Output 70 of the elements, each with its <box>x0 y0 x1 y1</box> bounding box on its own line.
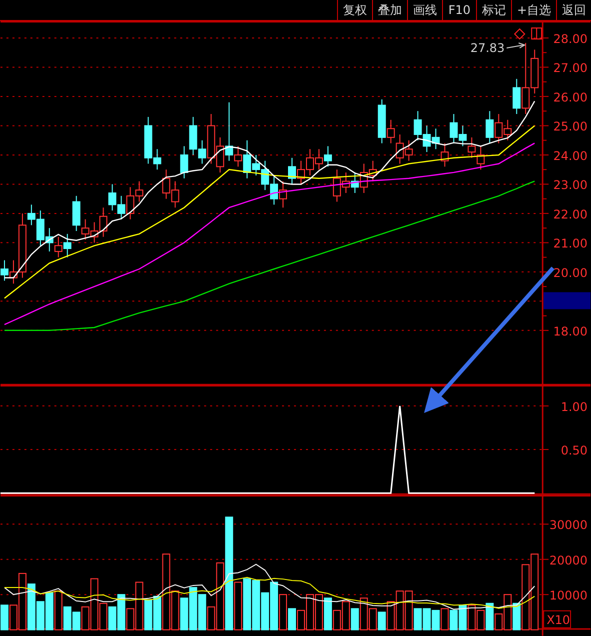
pointer-arrow <box>506 42 526 48</box>
candlestick <box>306 148 314 176</box>
candlestick <box>108 184 116 212</box>
volume-bar <box>180 598 188 630</box>
volume-bar <box>476 610 485 630</box>
candlestick <box>63 233 72 258</box>
price-label: 18.00 <box>553 324 588 338</box>
candlestick <box>450 114 458 144</box>
candlestick <box>117 195 126 220</box>
price-label: 24.00 <box>553 148 588 163</box>
high-price-label: 27.83 <box>470 40 505 55</box>
candlestick <box>360 163 368 194</box>
price-marker <box>544 292 591 310</box>
volume-bar <box>314 594 323 630</box>
candlestick <box>99 207 108 238</box>
candlestick <box>414 110 422 141</box>
volume-bar <box>422 608 431 630</box>
indicator-label: 0.50 <box>560 444 588 458</box>
price-label: 27.00 <box>553 61 588 76</box>
candlestick <box>494 114 503 144</box>
double-bar-icon[interactable] <box>531 28 542 40</box>
candlestick <box>0 260 8 282</box>
candlestick <box>440 142 449 168</box>
candlestick <box>396 134 404 164</box>
candlestick <box>404 140 413 162</box>
volume-bar <box>261 592 270 630</box>
volume-bar <box>270 582 278 630</box>
candlestick <box>180 146 188 179</box>
price-label: 22.00 <box>553 207 588 222</box>
volume-bar <box>72 612 80 630</box>
price-label: 23.00 <box>553 178 588 192</box>
volume-bar <box>252 580 260 630</box>
candlestick <box>486 110 494 144</box>
candlestick <box>432 128 440 150</box>
price-label: 26.00 <box>553 90 588 104</box>
volume-bar <box>243 578 252 630</box>
candlestick <box>270 174 278 206</box>
price-label: 21.00 <box>553 236 588 251</box>
volume-bar <box>396 590 404 630</box>
candlestick <box>476 146 485 170</box>
price-label: 20.00 <box>553 266 588 280</box>
volume-label: 30000 <box>549 518 588 532</box>
candlestick <box>279 180 288 208</box>
volume-bar <box>450 610 458 630</box>
candlestick <box>314 148 323 170</box>
volume-bar <box>440 608 449 630</box>
candlestick <box>90 222 98 244</box>
candlestick <box>171 180 180 208</box>
price-label: 25.00 <box>553 120 588 134</box>
candlestick <box>350 172 359 194</box>
candlestick <box>468 136 476 158</box>
volume-bar <box>432 610 440 630</box>
unit-label: X10 <box>546 613 570 628</box>
candlestick <box>458 125 467 147</box>
volume-bar <box>189 587 198 630</box>
candlestick <box>162 169 170 200</box>
candlestick <box>324 146 332 168</box>
volume-bar <box>458 604 467 630</box>
volume-bar <box>45 592 54 630</box>
volume-label: 20000 <box>549 554 588 568</box>
diamond-icon[interactable] <box>514 28 526 40</box>
volume-label: 10000 <box>549 588 588 603</box>
candlestick <box>368 160 377 182</box>
volume-bar <box>468 604 476 630</box>
indicator-label: 1.00 <box>560 400 588 414</box>
candlestick <box>422 125 431 153</box>
candlestick <box>54 236 62 258</box>
candlestick <box>261 160 270 191</box>
price-label: 28.00 <box>553 32 588 46</box>
candlestick <box>504 119 512 141</box>
